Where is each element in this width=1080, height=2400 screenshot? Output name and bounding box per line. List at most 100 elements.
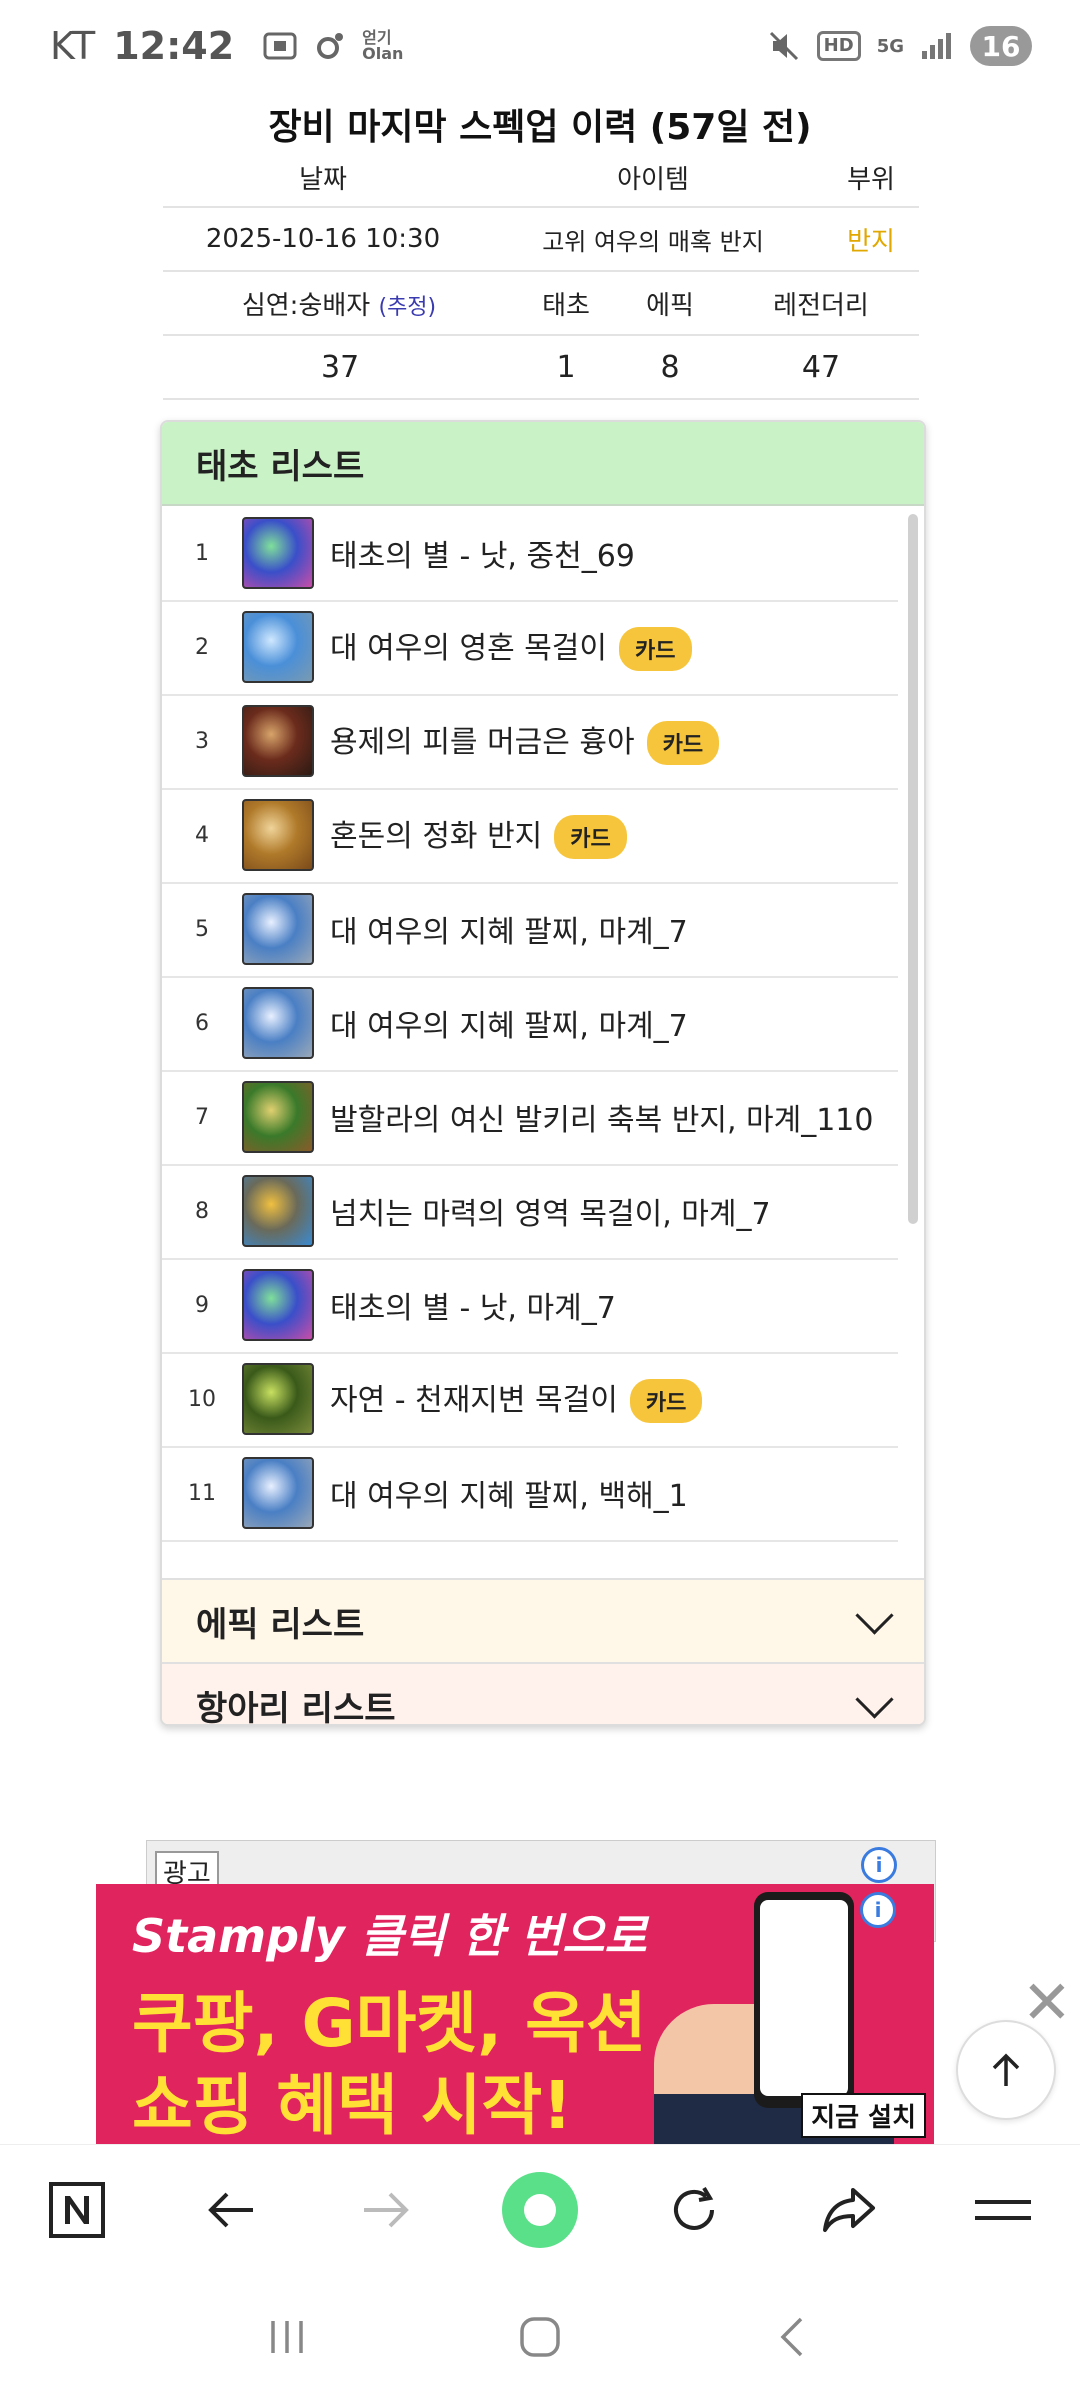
legendary-count: 47 (801, 349, 841, 385)
item-name-text: 대 여우의 지혜 팔찌, 마계_7 (330, 1009, 688, 1044)
list-item[interactable]: 5 대 여우의 지혜 팔찌, 마계_7 (162, 882, 898, 978)
item-number: 6 (195, 1010, 209, 1036)
arrow-left-icon (208, 2192, 254, 2228)
item-thumbnail-icon (242, 893, 314, 965)
status-bar: KT 12:42 얻기 Olan HD 5G 16 (0, 0, 1080, 96)
forward-button[interactable] (346, 2170, 426, 2250)
epic-count: 8 (660, 349, 680, 385)
list-item[interactable]: 7 발할라의 여신 발키리 축복 반지, 마계_110 (162, 1070, 898, 1166)
list-item[interactable]: 8 넘치는 마력의 영역 목걸이, 마계_7 (162, 1164, 898, 1260)
abyss-header: 심연:숭배자 (추정) (163, 285, 515, 322)
menu-button[interactable] (963, 2170, 1043, 2250)
list-item[interactable]: 10 자연 - 천재지변 목걸이 카드 (162, 1352, 898, 1448)
ad-info-icon[interactable]: i (860, 1892, 896, 1928)
ad-banner[interactable]: Stamply 클릭 한 번으로 쿠팡, G마켓, 옥션 쇼핑 혜택 시작! i… (96, 1884, 934, 2144)
epic-list-title: 에픽 리스트 (196, 1604, 365, 1645)
item-name: 혼돈의 정화 반지 카드 (330, 811, 627, 860)
list-item[interactable]: 9 태초의 별 - 낫, 마계_7 (162, 1258, 898, 1354)
hamburger-menu-icon (974, 2200, 1031, 2220)
item-number: 8 (195, 1198, 209, 1224)
item-number: 3 (195, 728, 209, 754)
list-item[interactable]: 1 태초의 별 - 낫, 중천_69 (162, 506, 898, 602)
list-item[interactable]: 3 용제의 피를 머금은 흉아 카드 (162, 694, 898, 790)
item-thumbnail-icon (242, 799, 314, 871)
item-name-text: 태초의 별 - 낫, 중천_69 (330, 539, 635, 574)
item-value: 고위 여우의 매혹 반지 (542, 227, 764, 256)
date-value: 2025-10-16 10:30 (205, 224, 441, 254)
item-name: 대 여우의 지혜 팔찌, 백해_1 (330, 1471, 688, 1515)
item-name: 넘치는 마력의 영역 목걸이, 마계_7 (330, 1189, 771, 1233)
item-number: 5 (195, 916, 209, 942)
item-name-text: 대 여우의 영혼 목걸이 (330, 630, 608, 666)
epic-list-header[interactable]: 에픽 리스트 (162, 1578, 924, 1662)
date-header: 날짜 (299, 164, 347, 195)
legendary-header: 레전더리 (773, 290, 869, 321)
list-item[interactable]: 4 혼돈의 정화 반지 카드 (162, 788, 898, 884)
item-thumbnail-icon (242, 987, 314, 1059)
page-title: 장비 마지막 스펙업 이력 (57일 전) (268, 107, 812, 148)
item-list-panel: 태초 리스트 11 대 여우의 지혜 팔찌, 백해_1 10 자연 - 천재지변 목걸… (160, 420, 926, 1726)
reload-button[interactable] (654, 2170, 734, 2250)
item-thumbnail-icon (242, 1363, 314, 1435)
item-number: 11 (188, 1480, 216, 1506)
item-name: 용제의 피를 머금은 흉아 카드 (330, 717, 720, 766)
jar-list-header[interactable]: 항아리 리스트 (162, 1662, 924, 1726)
back-nav-icon[interactable] (771, 2315, 815, 2359)
arrow-up-icon (992, 2053, 1020, 2086)
item-name: 태초의 별 - 낫, 중천_69 (330, 531, 635, 575)
item-name-text: 발할라의 여신 발키리 축복 반지, 마계_110 (330, 1103, 874, 1138)
recent-apps-icon[interactable] (265, 2315, 309, 2359)
carrier-label: KT (50, 24, 96, 68)
chevron-down-icon (855, 1679, 894, 1719)
item-number: 9 (195, 1292, 209, 1318)
phone-illustration (754, 1892, 854, 2108)
stats-header-row: 심연:숭배자 (추정) 태초 에픽 레전더리 (163, 272, 919, 336)
naver-home-button[interactable] (37, 2170, 117, 2250)
list-scrollbar[interactable] (908, 514, 918, 1224)
item-header: 아이템 (617, 164, 689, 195)
list-item[interactable]: 11 대 여우의 지혜 팔찌, 백해_1 (162, 1446, 898, 1542)
slot-header: 부위 (847, 164, 895, 195)
card-badge: 카드 (619, 627, 692, 672)
taecho-list-header[interactable]: 태초 리스트 (162, 422, 924, 506)
item-number: 7 (195, 1104, 209, 1130)
abyss-label: 심연:숭배자 (241, 290, 371, 321)
arrow-right-icon (363, 2192, 409, 2228)
scroll-to-top-button[interactable] (956, 2020, 1056, 2120)
share-button[interactable] (809, 2170, 889, 2250)
green-dot-button[interactable] (500, 2170, 580, 2250)
item-name: 태초의 별 - 낫, 마계_7 (330, 1283, 616, 1327)
list-item[interactable]: 2 대 여우의 영혼 목걸이 카드 (162, 600, 898, 696)
item-number: 4 (195, 822, 209, 848)
spec-header-row: 날짜 아이템 부위 (163, 148, 919, 208)
mute-icon (769, 31, 798, 61)
naver-n-icon (49, 2182, 106, 2238)
battery-indicator: 16 (970, 26, 1032, 66)
ad-info-icon[interactable]: i (861, 1847, 897, 1883)
item-thumbnail-icon (242, 1175, 314, 1247)
signal-icon (922, 33, 951, 59)
item-name: 발할라의 여신 발키리 축복 반지, 마계_110 (330, 1095, 873, 1139)
list-item[interactable]: 6 대 여우의 지혜 팔찌, 마계_7 (162, 976, 898, 1072)
item-thumbnail-icon (242, 611, 314, 683)
card-badge: 카드 (629, 1379, 703, 1424)
network-type-icon: 5G (876, 35, 904, 57)
item-name-text: 태초의 별 - 낫, 마계_7 (330, 1291, 616, 1326)
card-badge: 카드 (646, 721, 720, 766)
item-name-text: 대 여우의 지혜 팔찌, 백해_1 (330, 1479, 688, 1514)
item-number: 1 (195, 540, 209, 566)
notification-dot-icon (317, 33, 344, 59)
green-dot-icon (501, 2172, 578, 2248)
card-badge: 카드 (554, 815, 627, 860)
home-icon[interactable] (518, 2315, 562, 2359)
ad-headline: Stamply 클릭 한 번으로 (132, 1909, 647, 1963)
taecho-count: 1 (556, 349, 576, 385)
jar-list-title: 항아리 리스트 (196, 1688, 396, 1726)
back-button[interactable] (191, 2170, 271, 2250)
taecho-list[interactable]: 11 대 여우의 지혜 팔찌, 백해_1 10 자연 - 천재지변 목걸이 카드 9 태초의… (162, 506, 924, 1578)
install-now-button[interactable]: 지금 설치 (801, 2093, 926, 2138)
item-name: 대 여우의 지혜 팔찌, 마계_7 (330, 1001, 688, 1045)
screenshot-icon (263, 32, 297, 60)
item-name: 대 여우의 영혼 목걸이 카드 (330, 623, 692, 672)
share-arrow-icon (822, 2188, 875, 2232)
